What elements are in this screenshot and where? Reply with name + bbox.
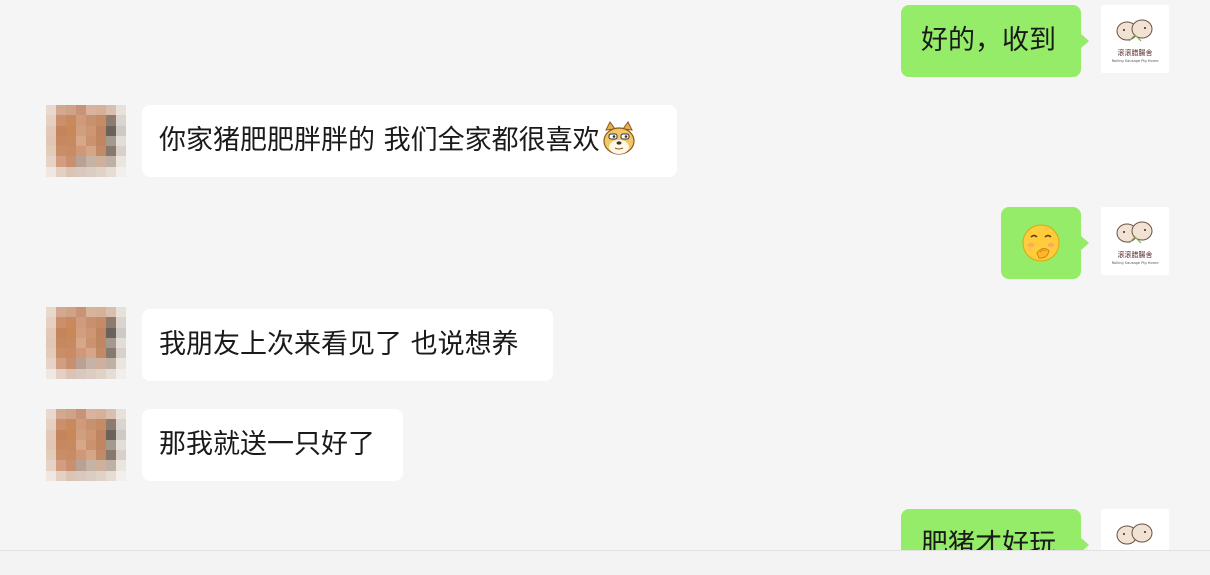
shy-hand-over-mouth-emoji xyxy=(1022,224,1060,262)
message-bubble-incoming[interactable]: 那我就送一只好了 xyxy=(142,409,403,481)
logo-text: 滚滚腊腸舍 xyxy=(1118,48,1153,57)
pixelated-avatar xyxy=(46,307,126,379)
message-bubble-outgoing[interactable]: 肥猪才好玩 xyxy=(901,509,1089,550)
message-text: 肥猪才好玩 xyxy=(921,529,1056,550)
two-piglets-logo xyxy=(1116,523,1153,545)
self-avatar[interactable]: 滚滚腊腸舍 Rolling Sausage Pig Home xyxy=(1101,5,1169,73)
self-avatar[interactable] xyxy=(1101,509,1169,550)
doge-face-emoji xyxy=(602,120,635,155)
message-text: 那我就送一只好了 xyxy=(159,429,375,460)
contact-avatar[interactable] xyxy=(46,105,126,177)
contact-avatar[interactable] xyxy=(46,409,126,481)
pixelated-avatar xyxy=(46,409,126,481)
message-bubble-incoming[interactable]: 你家猪肥肥胖胖的 我们全家都很喜欢 xyxy=(142,105,677,177)
message-bubble-incoming[interactable]: 我朋友上次来看见了 也说想养 xyxy=(142,309,553,381)
message-bubble-outgoing[interactable] xyxy=(1001,207,1089,279)
chat-window[interactable]: 好的，收到 滚滚腊腸舍 Rolling Sausage Pig Home 你家猪… xyxy=(0,0,1210,550)
logo-subtext: Rolling Sausage Pig Home xyxy=(1112,261,1160,265)
message-text: 你家猪肥肥胖胖的 我们全家都很喜欢 xyxy=(159,125,600,156)
two-piglets-logo: 滚滚腊腸舍 Rolling Sausage Pig Home xyxy=(1111,221,1160,265)
message-text: 好的，收到 xyxy=(921,25,1056,56)
input-area-edge[interactable] xyxy=(0,550,1210,575)
logo-subtext: Rolling Sausage Pig Home xyxy=(1112,59,1160,63)
message-bubble-outgoing[interactable]: 好的，收到 xyxy=(901,5,1089,77)
contact-avatar[interactable] xyxy=(46,307,126,379)
self-avatar[interactable]: 滚滚腊腸舍 Rolling Sausage Pig Home xyxy=(1101,207,1169,275)
two-piglets-logo: 滚滚腊腸舍 Rolling Sausage Pig Home xyxy=(1111,19,1160,63)
message-text: 我朋友上次来看见了 也说想养 xyxy=(159,329,519,360)
logo-text: 滚滚腊腸舍 xyxy=(1118,250,1153,259)
pixelated-avatar xyxy=(46,105,126,177)
